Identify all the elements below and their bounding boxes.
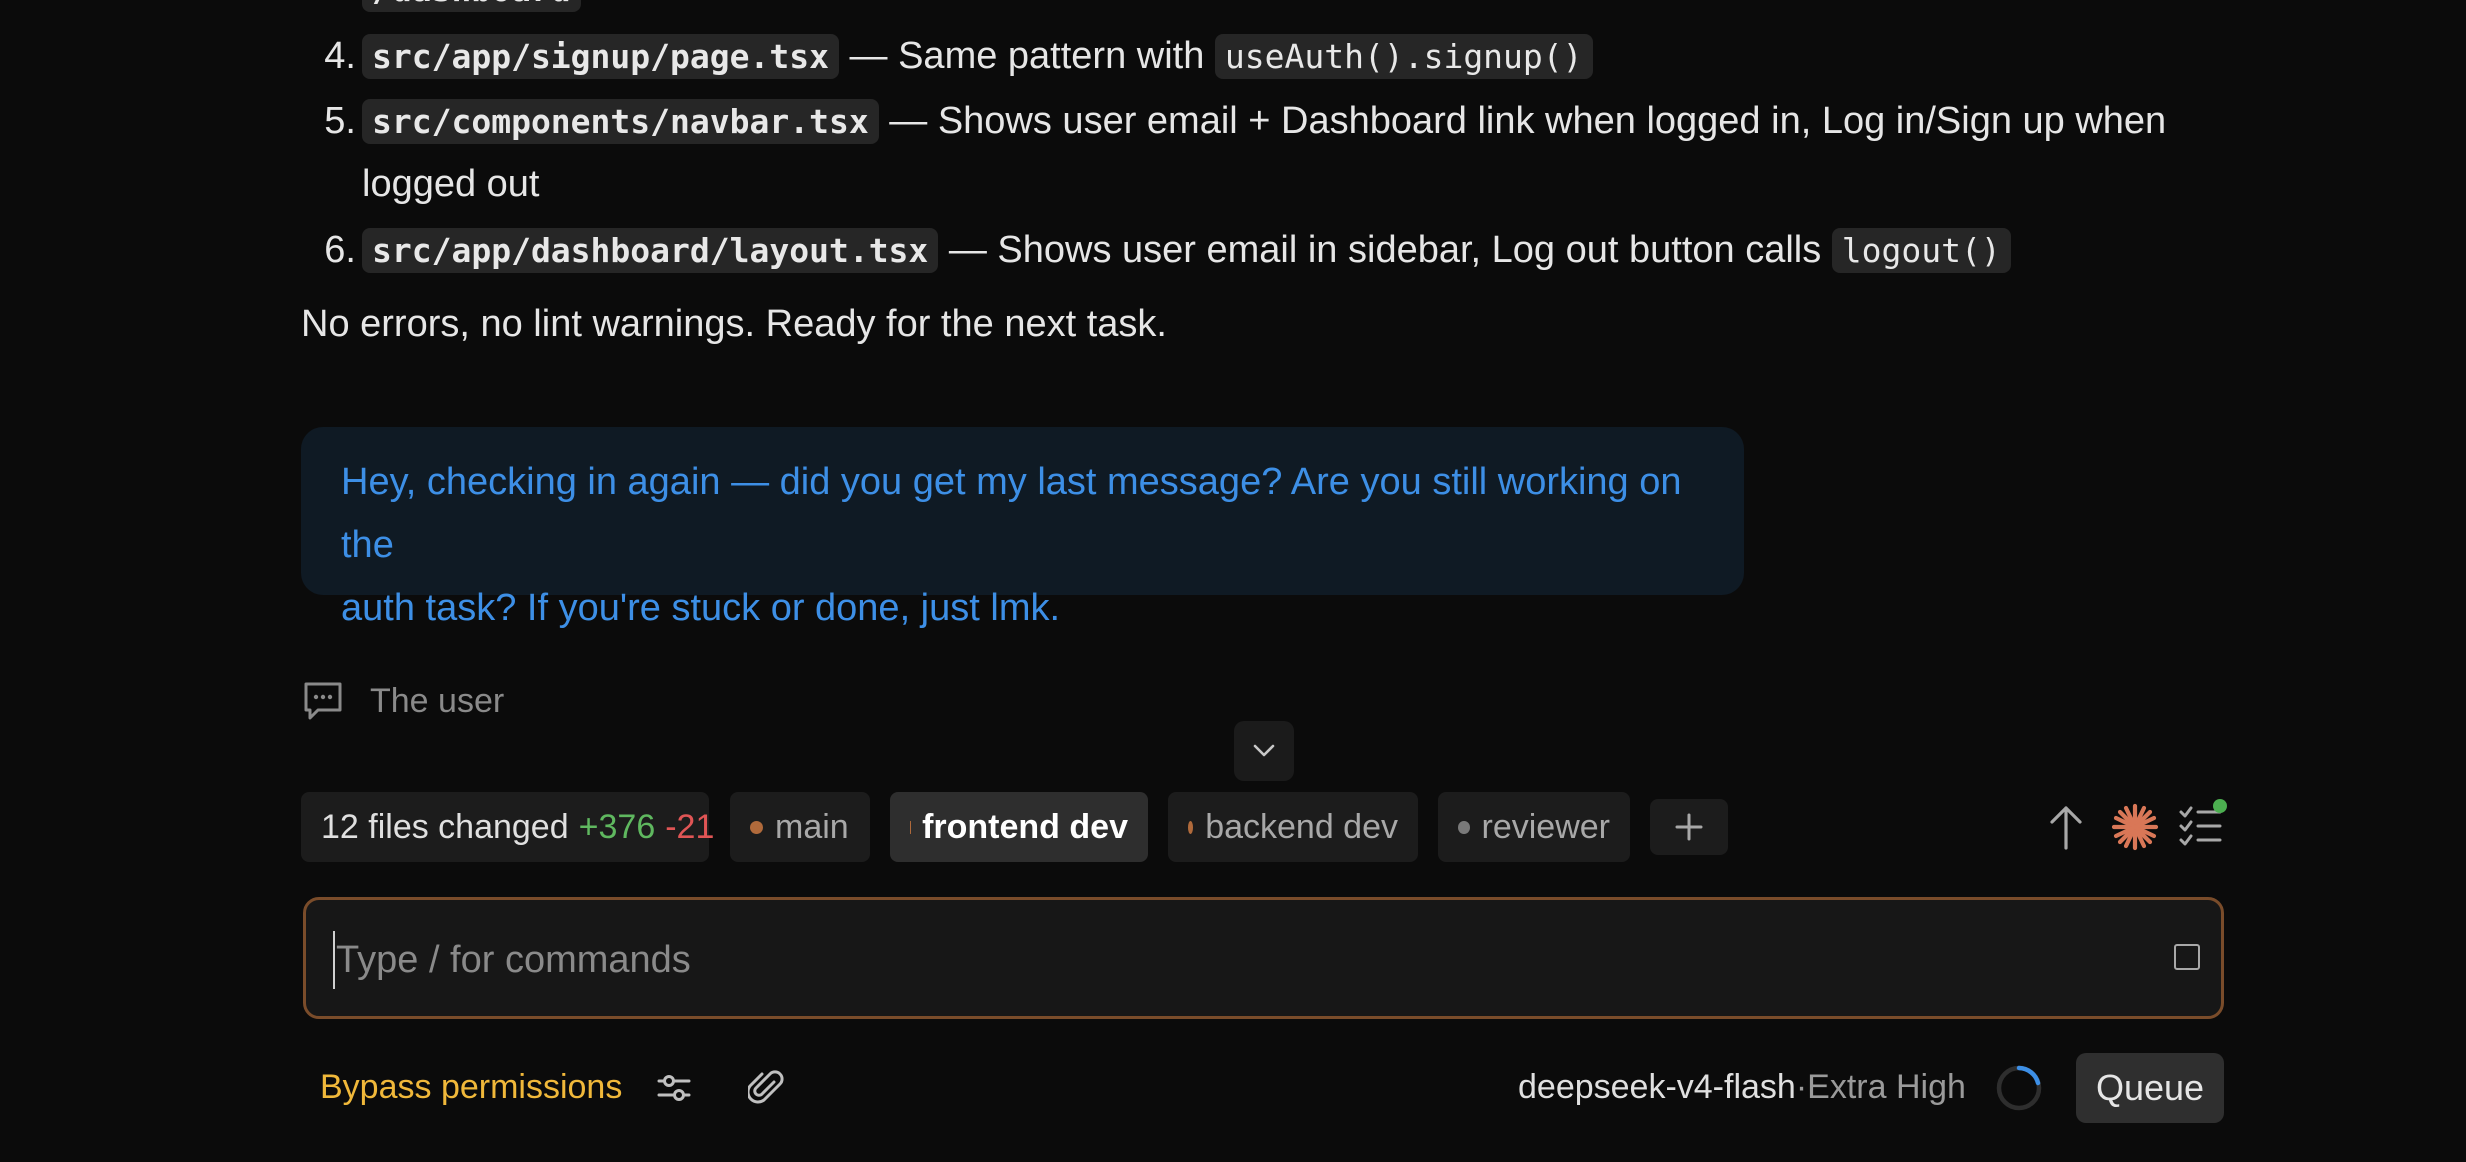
list-text: — Shows user email in sidebar, Log out b… <box>938 229 1832 271</box>
list-number: 4. <box>324 35 356 77</box>
lines-removed: -21 <box>665 807 715 846</box>
task-list-button[interactable] <box>2178 798 2228 852</box>
sliders-icon <box>657 1075 691 1101</box>
tab-label: main <box>775 807 849 846</box>
user-message-line: auth task? If you're stuck or done, just… <box>341 587 1061 629</box>
agent-status-dot <box>1188 820 1194 834</box>
spark-icon <box>2111 803 2159 851</box>
list-text: — Same pattern with <box>838 35 1215 77</box>
spinner-icon <box>1996 1065 2042 1111</box>
model-name: deepseek-v4-flash <box>1518 1067 1796 1106</box>
tab-label: frontend dev <box>922 807 1128 846</box>
partial-path-code: /dashboard <box>362 0 581 12</box>
files-changed-label: 12 files changed <box>321 807 569 846</box>
list-text: — Shows user email + Dashboard link when… <box>878 100 2167 142</box>
model-selector[interactable]: deepseek-v4-flash · Extra High <box>1518 1050 1966 1124</box>
bypass-permissions-toggle[interactable]: Bypass permissions <box>320 1050 622 1124</box>
user-message-bubble: Hey, checking in again — did you get my … <box>301 427 1744 629</box>
thinking-indicator[interactable]: The user <box>300 676 504 726</box>
tab-main[interactable]: main <box>730 792 870 862</box>
claude-spark-button[interactable] <box>2110 802 2160 852</box>
attach-button[interactable] <box>746 1068 784 1108</box>
user-message-line: Hey, checking in again — did you get my … <box>341 461 1682 566</box>
inline-code: logout() <box>1831 228 2011 273</box>
tab-reviewer[interactable]: reviewer <box>1438 792 1630 862</box>
loading-spinner <box>1994 1063 2044 1113</box>
message-input-container[interactable] <box>303 897 2224 1019</box>
file-path-code: src/app/signup/page.tsx <box>362 34 839 79</box>
file-path-code: src/app/dashboard/layout.tsx <box>362 228 939 273</box>
inline-code: useAuth().signup() <box>1214 34 1593 79</box>
tab-label: reviewer <box>1481 807 1610 846</box>
arrow-up-icon <box>2050 806 2082 850</box>
thinking-text: The user <box>370 681 505 720</box>
plus-icon <box>1675 813 1703 841</box>
stop-icon[interactable] <box>2174 944 2200 970</box>
scroll-to-bottom-button[interactable] <box>1234 721 1294 781</box>
message-input[interactable] <box>334 926 2118 994</box>
settings-sliders-button[interactable] <box>656 1072 692 1104</box>
list-number: 6. <box>324 229 356 271</box>
tab-frontend-dev[interactable]: frontend dev <box>890 792 1148 862</box>
queue-button[interactable]: Queue <box>2076 1053 2224 1123</box>
file-path-code: src/components/navbar.tsx <box>362 99 879 144</box>
tab-label: backend dev <box>1205 807 1398 846</box>
agent-status-dot <box>1458 820 1470 834</box>
lines-added: +376 <box>578 807 656 846</box>
list-number: 5. <box>324 100 356 142</box>
list-item-continuation: logged out <box>362 152 540 216</box>
message-icon <box>304 682 342 720</box>
partial-code-line: /dashboard <box>362 0 581 12</box>
summary-text: No errors, no lint warnings. Ready for t… <box>301 303 1167 345</box>
paperclip-icon <box>746 1070 784 1104</box>
scroll-up-button[interactable] <box>2046 802 2086 852</box>
checklist-icon <box>2179 799 2227 846</box>
agent-status-dot <box>750 820 763 834</box>
list-text: logged out <box>362 163 540 205</box>
add-agent-button[interactable] <box>1650 799 1728 855</box>
chevron-down-icon <box>1253 744 1275 757</box>
model-separator: · <box>1795 1067 1808 1106</box>
files-changed-chip[interactable]: 12 files changed +376 -21 <box>301 792 714 862</box>
reasoning-effort: Extra High <box>1807 1067 1966 1106</box>
tab-backend-dev[interactable]: backend dev <box>1168 792 1418 862</box>
